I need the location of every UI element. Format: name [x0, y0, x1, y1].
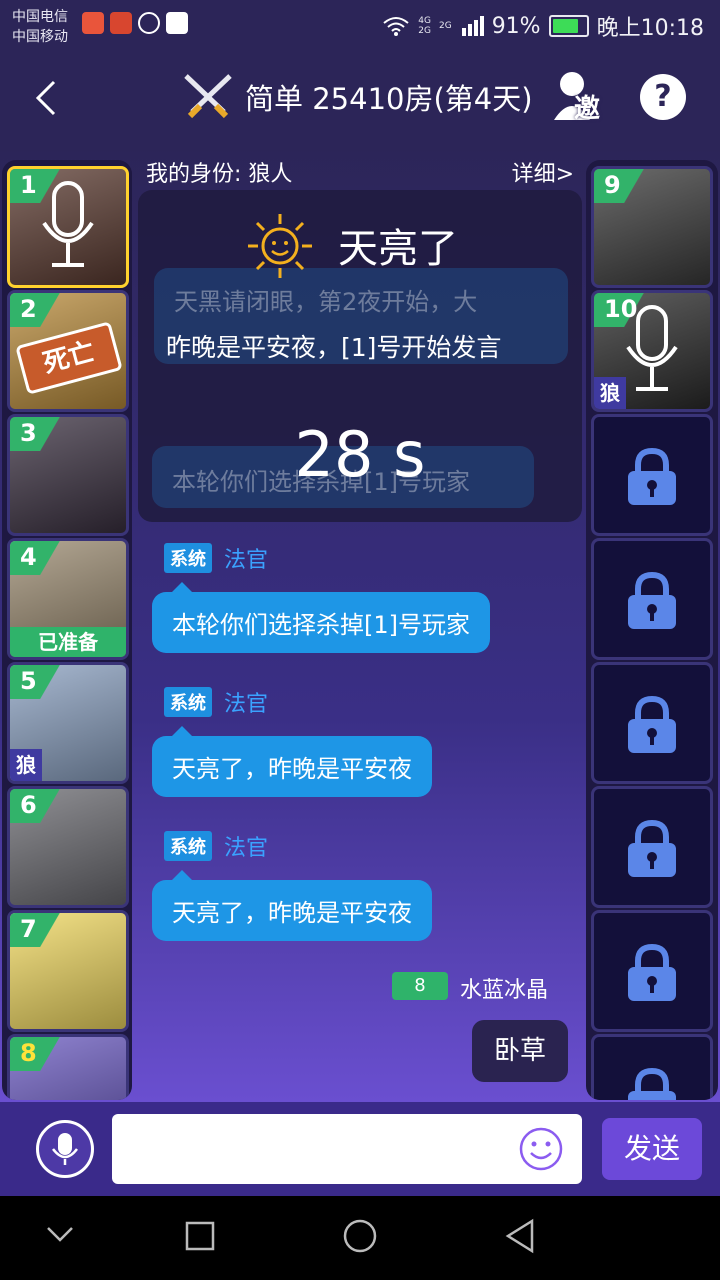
left-seat-column: 1 2 死亡 3 4 已准备 5 狼 6 7 8	[2, 160, 132, 1100]
carrier-1: 中国电信	[12, 9, 68, 25]
identity-bar: 我的身份: 狼人 详细>	[136, 144, 584, 190]
lock-icon	[628, 943, 676, 1001]
navigation-bar	[0, 1196, 720, 1280]
player-seat-9[interactable]: 9	[591, 166, 713, 288]
sender-name: 水蓝冰晶	[460, 978, 549, 1003]
sina-icon	[166, 12, 188, 34]
wolf-tag: 狼	[10, 749, 42, 781]
my-identity: 我的身份: 狼人	[146, 162, 293, 187]
crossed-swords-icon	[184, 74, 232, 119]
player-seat-8[interactable]: 8	[7, 1034, 129, 1100]
player-seat-1[interactable]: 1	[7, 166, 129, 288]
notification-icons	[82, 12, 188, 34]
locked-seat[interactable]	[591, 1034, 713, 1100]
player-seat-2[interactable]: 2 死亡	[7, 290, 129, 412]
user-bubble: 卧草	[472, 1020, 569, 1082]
day-announcement-overlay: 天黑请闭眼，第2夜开始，大 本轮你们选择杀掉[1]号玩家 天亮了 昨晚是平安夜，…	[138, 190, 582, 522]
chat-message: 系统 法官	[164, 542, 268, 574]
locked-seat[interactable]	[591, 786, 713, 908]
seat-number: 7	[10, 913, 70, 947]
system-badge: 系统	[164, 831, 212, 861]
title-bar: 简单 25410房(第4天) 邀 ?	[0, 50, 720, 144]
ready-badge: 已准备	[10, 627, 126, 657]
microphone-icon	[42, 181, 94, 267]
voice-button[interactable]	[36, 1120, 94, 1178]
chat-message: 系统 法官	[164, 686, 268, 718]
seat-number: 4	[10, 541, 70, 575]
chevron-down-icon[interactable]	[44, 1224, 76, 1244]
battery-icon	[548, 15, 589, 37]
sender-name: 法官	[224, 836, 269, 861]
smile-icon[interactable]	[518, 1126, 564, 1172]
overlay-title: 天亮了	[338, 226, 458, 272]
player-seat-6[interactable]: 6	[7, 786, 129, 908]
help-button[interactable]: ?	[640, 74, 686, 120]
wolf-tag: 狼	[594, 377, 626, 409]
app-notification-icon	[82, 12, 104, 34]
player-seat-3[interactable]: 3	[7, 414, 129, 536]
seat-number: 3	[10, 417, 70, 451]
chat-message: 系统 法官	[164, 830, 268, 862]
invite-button[interactable]: 邀	[552, 68, 608, 124]
lock-icon	[628, 1067, 676, 1100]
right-seat-column: 9 10 狼	[586, 160, 718, 1100]
battery-percent: 91%	[491, 13, 541, 39]
countdown-timer: 28 s	[294, 418, 426, 491]
seat-number: 2	[10, 293, 70, 327]
lock-icon	[628, 695, 676, 753]
network-2: 2G	[438, 21, 452, 31]
locked-seat[interactable]	[591, 414, 713, 536]
seat-number: 9	[594, 169, 654, 203]
chevron-left-icon	[35, 80, 56, 116]
carrier-2: 中国移动	[12, 29, 68, 45]
system-badge: 系统	[164, 543, 212, 573]
locked-seat[interactable]	[591, 910, 713, 1032]
room-title: 简单 25410房(第4天)	[245, 82, 533, 116]
game-notification-icon	[110, 12, 132, 34]
details-link[interactable]: 详细>	[512, 156, 574, 188]
locked-seat[interactable]	[591, 662, 713, 784]
wifi-icon	[383, 17, 409, 36]
player-seat-4[interactable]: 4 已准备	[7, 538, 129, 660]
back-button[interactable]	[34, 78, 58, 127]
chat-bubble: 本轮你们选择杀掉[1]号玩家	[152, 578, 490, 653]
locked-seat[interactable]	[591, 538, 713, 660]
game-area: 1 2 死亡 3 4 已准备 5 狼 6 7 8 9 10 狼 我的身份: 狼人 详细> 系统 法官 本轮…	[0, 144, 720, 1102]
status-right: 4G 2G 2G 91% 晚上10:18	[382, 10, 704, 42]
microphone-icon	[52, 1133, 78, 1165]
key-icon	[138, 12, 160, 34]
lock-icon	[628, 571, 676, 629]
input-bar: 发送	[0, 1102, 720, 1196]
send-button[interactable]: 发送	[602, 1118, 702, 1180]
square-icon[interactable]	[184, 1220, 216, 1252]
seat-number: 5	[10, 665, 70, 699]
sender-name: 法官	[224, 548, 269, 573]
chat-bubble: 天亮了，昨晚是平安夜	[152, 866, 432, 941]
player-seat-5[interactable]: 5狼	[7, 662, 129, 784]
seat-number: 6	[10, 789, 70, 823]
message-input[interactable]	[112, 1114, 582, 1184]
lock-icon	[628, 819, 676, 877]
invite-label: 邀	[574, 94, 601, 124]
chat-bubble: 天亮了，昨晚是平安夜	[152, 722, 432, 797]
system-badge: 系统	[164, 687, 212, 717]
lock-icon	[628, 447, 676, 505]
overlay-message: 昨晚是平安夜，[1]号开始发言	[166, 333, 502, 362]
sender-name: 法官	[224, 692, 269, 717]
status-bar: 中国电信 中国移动 4G 2G 2G 91% 晚上10:18	[0, 0, 720, 50]
clock: 晚上10:18	[596, 16, 704, 41]
network-1: 4G 2G	[418, 16, 431, 36]
sun-icon	[248, 214, 312, 278]
triangle-back-icon[interactable]	[504, 1218, 536, 1254]
signal-icon	[461, 16, 484, 36]
sender-seat-badge: 8	[392, 972, 448, 1000]
seat-number: 8	[10, 1037, 70, 1071]
circle-icon[interactable]	[342, 1218, 378, 1254]
player-seat-7[interactable]: 7	[7, 910, 129, 1032]
player-seat-10[interactable]: 10 狼	[591, 290, 713, 412]
